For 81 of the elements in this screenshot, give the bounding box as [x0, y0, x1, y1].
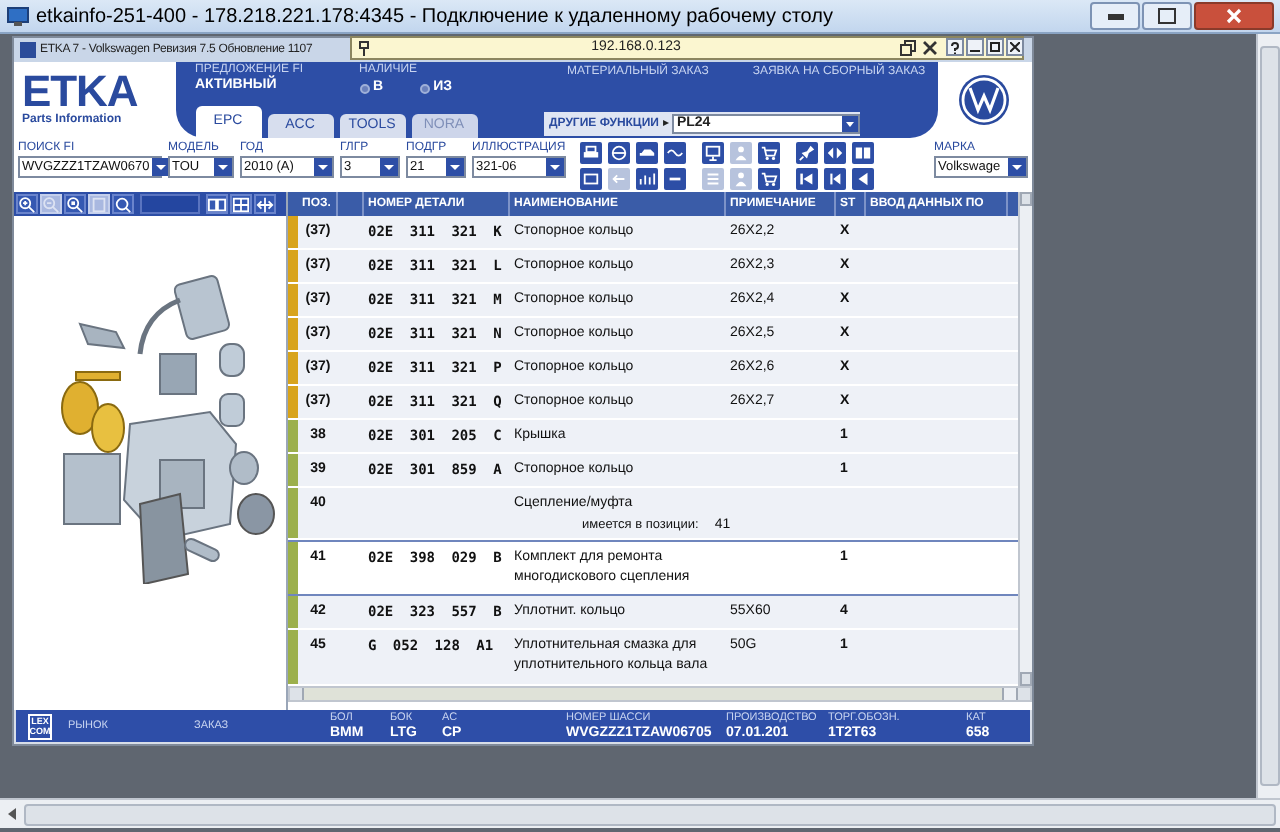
toolbar-button[interactable]: [64, 194, 86, 214]
toolbar-button[interactable]: [636, 168, 658, 190]
restore-icon[interactable]: [899, 40, 916, 56]
toolbar-button[interactable]: [254, 194, 276, 214]
vertical-scrollbar[interactable]: [1256, 34, 1280, 798]
wave-icon: [666, 144, 684, 162]
toolbar-button[interactable]: [824, 142, 846, 164]
close-icon[interactable]: [921, 40, 938, 56]
toolbar-button[interactable]: [852, 168, 874, 190]
pin-icon[interactable]: [356, 40, 372, 56]
radio-button[interactable]: [419, 83, 430, 94]
monitor-icon: [704, 144, 722, 162]
toolbar-button[interactable]: [636, 142, 658, 164]
arrow-left-icon: [610, 170, 628, 188]
minimize-button[interactable]: [1090, 2, 1140, 30]
radio-button[interactable]: [359, 83, 369, 94]
toolbar-button[interactable]: [824, 168, 846, 190]
toolbar-button[interactable]: [16, 194, 38, 214]
close-icon: [1226, 8, 1242, 24]
minimize-icon: [970, 50, 980, 52]
toolbar-button[interactable]: [796, 168, 818, 190]
caret-icon: [842, 116, 859, 132]
globe-icon: [610, 144, 628, 162]
toolbar-button[interactable]: [664, 168, 686, 190]
close-icon: [1010, 42, 1020, 52]
toolbar-button[interactable]: [758, 142, 780, 164]
grid-icon: [232, 195, 250, 213]
remote-desktop-icon: [6, 4, 30, 28]
minimize-icon: [1107, 13, 1123, 19]
help-button[interactable]: [946, 38, 964, 56]
app-logo: ETKA: [22, 71, 140, 111]
toolbar-button[interactable]: [796, 142, 818, 164]
toolbar-button[interactable]: [758, 168, 780, 190]
arrows-icon: [256, 195, 274, 213]
toolbar-button[interactable]: [664, 142, 686, 164]
maximize-icon: [990, 42, 1000, 52]
caret-icon: [546, 158, 564, 176]
person-icon: [732, 170, 750, 188]
caret-icon: [446, 158, 464, 176]
split-view-icon: [208, 195, 226, 213]
app-icon: [20, 42, 36, 58]
restore-icon: [1158, 8, 1176, 24]
caret-icon: [314, 158, 332, 176]
list-icon: [704, 170, 722, 188]
caret-icon: [151, 158, 170, 176]
toolbar-button[interactable]: [852, 142, 874, 164]
close-button[interactable]: [1194, 2, 1274, 30]
double-arrow-icon: [826, 144, 844, 162]
help-icon: [950, 41, 960, 53]
close-button[interactable]: [1006, 38, 1024, 56]
pin-icon: [798, 144, 816, 162]
toolbar-button[interactable]: [580, 142, 602, 164]
toolbar-button[interactable]: [702, 142, 724, 164]
caret-icon: [214, 158, 232, 176]
brand-emblem-logo: [958, 74, 1011, 126]
minimize-button[interactable]: [966, 38, 984, 56]
toolbar-button[interactable]: [206, 194, 228, 214]
caret-icon: [1008, 158, 1026, 176]
triangle-left-icon: [854, 170, 872, 188]
horizontal-scrollbar[interactable]: [288, 686, 1032, 702]
person-icon: [732, 144, 750, 162]
maximize-button[interactable]: [986, 38, 1004, 56]
document-icon: [582, 170, 600, 188]
caret-icon: [380, 158, 398, 176]
window-title: etkainfo-251-400 - 178.218.221.178:4345 - Подключение к удаленному рабочему столу: [36, 3, 833, 31]
maximize-button[interactable]: [1142, 2, 1192, 30]
skip-to-start-icon: [798, 170, 816, 188]
step-back-icon: [826, 170, 844, 188]
page-icon: [90, 195, 108, 213]
cart-icon: [760, 144, 778, 162]
horizontal-scrollbar[interactable]: [0, 798, 1280, 828]
arrow-left-icon[interactable]: [4, 806, 20, 822]
toolbar-button[interactable]: [112, 194, 134, 214]
toolbar-button[interactable]: [580, 168, 602, 190]
printer-icon: [582, 144, 600, 162]
vertical-scrollbar[interactable]: [1018, 192, 1032, 686]
zoom-level-field[interactable]: [140, 194, 200, 214]
toolbar-button[interactable]: [230, 194, 252, 214]
car-icon: [638, 144, 656, 162]
book-icon: [854, 144, 872, 162]
zoom-out-icon: [42, 195, 60, 213]
